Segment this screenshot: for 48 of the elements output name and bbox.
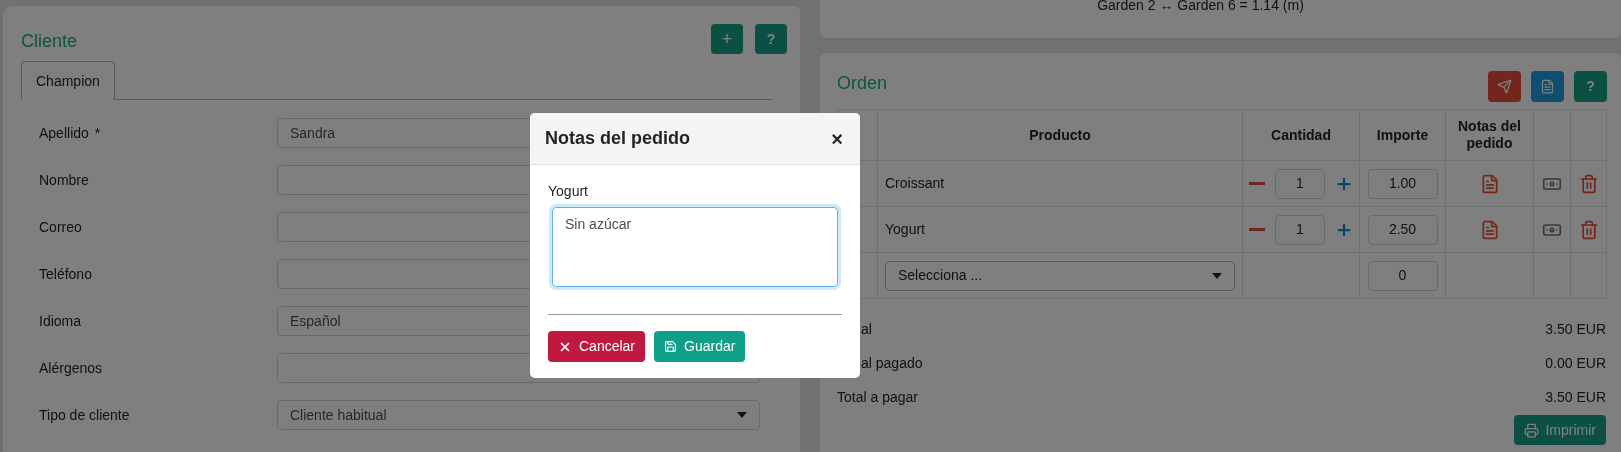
printer-icon: [1524, 422, 1540, 438]
send-button[interactable]: [1488, 71, 1521, 102]
trash-icon: [1578, 173, 1599, 194]
total-label: al pagado: [860, 354, 923, 371]
distance-text: Garden 2 ↔ Garden 6 = 1.14 (m): [1097, 0, 1304, 15]
panel-title: Orden: [837, 72, 888, 95]
trash-icon: [1578, 219, 1599, 240]
total-value: 3.50 EUR: [1545, 388, 1606, 405]
send-icon: [1497, 79, 1512, 94]
total-label: Total a pagar: [837, 388, 918, 405]
file-icon: [1540, 79, 1555, 94]
close-button[interactable]: ×: [831, 128, 843, 149]
caret-icon: [737, 412, 747, 418]
notes-field[interactable]: Sin azúcar: [552, 207, 838, 287]
save-icon: [664, 340, 678, 353]
tab[interactable]: Champion: [21, 61, 115, 100]
required-mark: *: [94, 123, 101, 143]
cancel-button[interactable]: Cancelar: [548, 331, 646, 362]
column-header: Importe: [1376, 126, 1429, 143]
modal-title: Notas del pedido: [545, 127, 690, 150]
print-button[interactable]: Imprimir: [1514, 415, 1606, 445]
select-field[interactable]: Cliente habitual: [277, 400, 760, 430]
field-label: Nombre: [39, 170, 89, 190]
product-name: Croissant: [885, 175, 945, 191]
field-label: Correo: [39, 217, 82, 237]
total-label: al: [860, 320, 872, 337]
column-header: Producto: [1029, 126, 1091, 143]
field-label: Teléfono: [39, 264, 92, 284]
field-label: Alérgenos: [39, 358, 103, 378]
help-button[interactable]: ?: [1574, 71, 1607, 102]
field-label: Yogurt: [548, 182, 589, 201]
caret-icon: [1212, 272, 1222, 279]
product-name: Yogurt: [885, 221, 925, 237]
total-value: 3.50 EUR: [1545, 320, 1606, 337]
field-label: Idioma: [39, 311, 82, 331]
column-header: Cantidad: [1271, 126, 1331, 143]
save-button[interactable]: Guardar: [654, 331, 746, 362]
panel-title: Cliente: [21, 30, 78, 53]
amount-field[interactable]: 2.50: [1367, 214, 1438, 245]
quantity-field[interactable]: 1: [1275, 214, 1325, 245]
amount-field[interactable]: 1.00: [1367, 168, 1438, 199]
field-label: Tipo de cliente: [39, 405, 130, 425]
amount-field[interactable]: 0: [1367, 260, 1438, 291]
quantity-field[interactable]: 1: [1275, 168, 1325, 199]
total-value: 0.00 EUR: [1545, 354, 1606, 371]
column-header: Notas del pedido: [1458, 118, 1521, 151]
product-select[interactable]: Selecciona ...: [885, 260, 1235, 291]
field-label: Apellido: [39, 123, 89, 143]
